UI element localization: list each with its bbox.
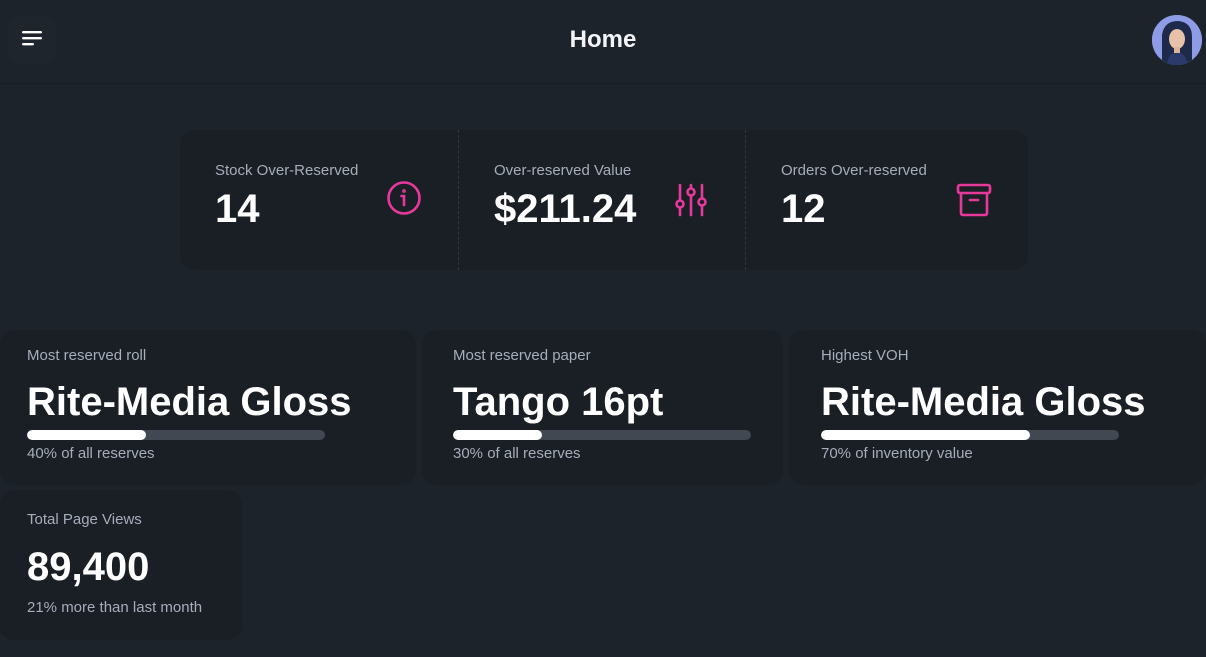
card-title: Total Page Views [27, 511, 142, 528]
progress-fill [453, 430, 543, 440]
progress-bar [453, 430, 751, 440]
card-title: Highest VOH [821, 347, 909, 364]
stat-orders-over-reserved: Orders Over-reserved 12 [745, 130, 1028, 270]
page-title: Home [569, 26, 637, 53]
stat-title: Stock Over-Reserved [215, 162, 359, 179]
stats-group: Stock Over-Reserved 14 Over-reserved Val… [180, 130, 1028, 270]
card-description: 30% of all reserves [453, 445, 581, 462]
sliders-icon [674, 182, 708, 223]
info-icon [386, 180, 422, 221]
card-description: 40% of all reserves [27, 445, 155, 462]
progress-bar [821, 430, 1119, 440]
card-highest-voh: Highest VOH Rite-Media Gloss 70% of inve… [789, 330, 1206, 485]
card-value: Tango 16pt [453, 380, 664, 424]
progress-fill [821, 430, 1030, 440]
card-total-page-views: Total Page Views 89,400 21% more than la… [0, 490, 242, 640]
top-navbar: Home [0, 0, 1206, 84]
card-title: Most reserved paper [453, 347, 591, 364]
card-description: 21% more than last month [27, 599, 203, 616]
progress-fill [27, 430, 147, 440]
card-value: Rite-Media Gloss [27, 380, 352, 424]
stat-title: Orders Over-reserved [781, 162, 927, 179]
stat-title: Over-reserved Value [494, 162, 632, 179]
user-avatar[interactable] [1152, 15, 1202, 65]
progress-bar [27, 430, 325, 440]
stat-over-reserved-value: Over-reserved Value $211.24 [458, 130, 745, 270]
stat-stock-over-reserved: Stock Over-Reserved 14 [180, 130, 458, 270]
card-title: Most reserved roll [27, 347, 147, 364]
card-value: 89,400 [27, 545, 150, 589]
archive-icon [956, 182, 992, 223]
card-description: 70% of inventory value [821, 445, 973, 462]
card-most-reserved-roll: Most reserved roll Rite-Media Gloss 40% … [0, 330, 416, 485]
card-value: Rite-Media Gloss [821, 380, 1146, 424]
card-most-reserved-paper: Most reserved paper Tango 16pt 30% of al… [422, 330, 783, 485]
